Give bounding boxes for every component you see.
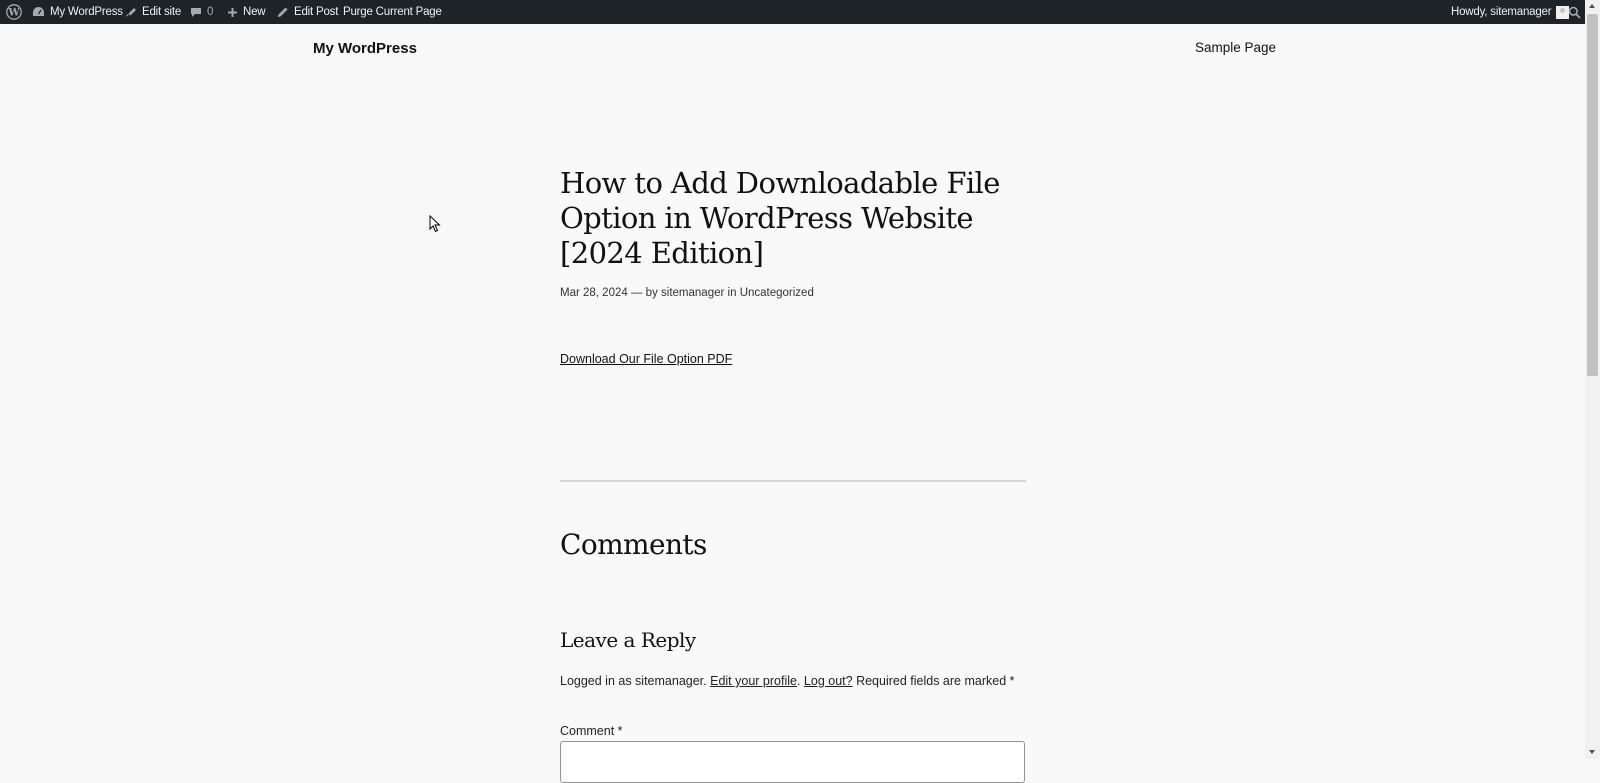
scroll-up-arrow-icon[interactable] [1589,4,1595,8]
meta-by: by [645,287,658,299]
adminbar-new[interactable]: New [227,0,266,24]
post-date[interactable]: Mar 28, 2024 [560,287,628,299]
adminbar-comments[interactable]: 0 [190,0,213,24]
adminbar-edit-post[interactable]: Edit Post [277,0,338,24]
meta-separator: — [630,287,643,299]
brush-icon [124,6,137,18]
adminbar-edit-site-label: Edit site [142,6,182,18]
adminbar-site-name-label: My WordPress [50,6,123,18]
scrollbar-thumb[interactable] [1587,14,1598,376]
dashboard-icon [32,6,45,18]
nav-item-sample-page[interactable]: Sample Page [1195,40,1276,55]
adminbar-edit-post-label: Edit Post [294,6,339,18]
wordpress-logo-icon[interactable]: W [6,0,22,24]
log-out-link[interactable]: Log out? [804,674,853,688]
mouse-cursor-icon [429,214,441,238]
search-icon[interactable] [1568,0,1581,24]
admin-bar: W My WordPress Edit site 0 New Edit Post… [0,0,1600,24]
required-fields-text: Required fields are marked [852,674,1010,688]
edit-profile-link[interactable]: Edit your profile [710,674,797,688]
logged-in-dot: . [796,674,804,688]
comment-icon [190,7,202,18]
adminbar-site-name[interactable]: My WordPress [32,0,123,24]
post-title: How to Add Downloadable File Option in W… [560,166,1000,270]
comment-label: Comment * [560,724,623,738]
required-asterisk: * [1009,674,1015,688]
adminbar-new-label: New [243,6,266,18]
adminbar-comments-count: 0 [207,6,214,18]
logged-in-prefix: Logged in as sitemanager. [560,674,711,688]
svg-text:W: W [7,8,20,19]
adminbar-howdy-label: Howdy, sitemanager [1451,6,1552,18]
post-category[interactable]: Uncategorized [740,287,814,299]
plus-icon [227,7,238,18]
adminbar-purge[interactable]: Purge Current Page [343,0,442,24]
divider [560,480,1026,482]
adminbar-purge-label: Purge Current Page [343,6,442,18]
site-title[interactable]: My WordPress [313,40,417,57]
meta-in: in [727,287,737,299]
download-pdf-link[interactable]: Download Our File Option PDF [560,352,732,366]
post-meta: Mar 28, 2024 — by sitemanager in Uncateg… [560,287,814,299]
reply-title: Leave a Reply [560,628,696,652]
logged-in-notice: Logged in as sitemanager. Edit your prof… [560,672,1020,691]
adminbar-edit-site[interactable]: Edit site [124,0,181,24]
post-author[interactable]: sitemanager [661,287,724,299]
comments-heading: Comments [560,528,707,561]
adminbar-account[interactable]: Howdy, sitemanager [1451,0,1570,24]
scroll-down-arrow-icon[interactable] [1589,750,1595,754]
pencil-icon [277,6,289,18]
comment-textarea[interactable] [560,741,1025,783]
